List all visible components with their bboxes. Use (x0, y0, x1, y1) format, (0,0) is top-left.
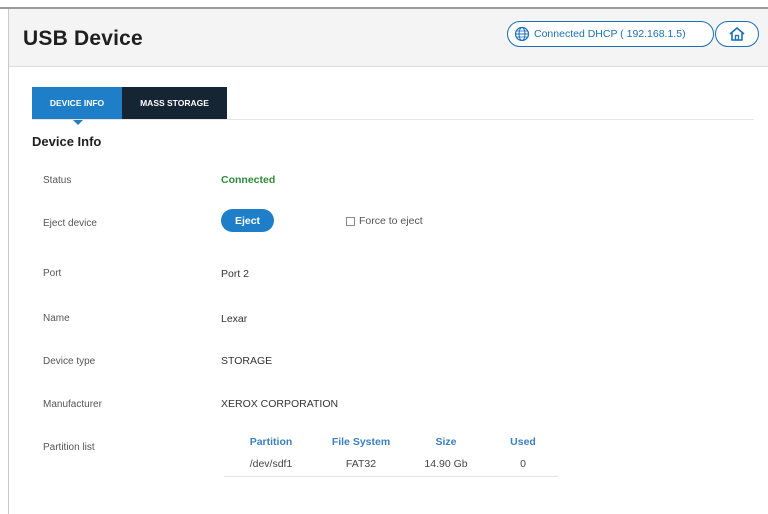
force-eject-checkbox[interactable] (346, 216, 355, 226)
partition-list-label: Partition list (43, 442, 95, 453)
usb-device-page: USB Device Connected DHCP ( 192.168.1.5)… (0, 0, 768, 514)
port-label: Port (43, 268, 62, 279)
table-row: /dev/sdf1 FAT32 14.90 Gb 0 (224, 454, 558, 477)
page-title: USB Device (23, 27, 143, 50)
name-label: Name (43, 313, 70, 324)
section-title: Device Info (32, 134, 102, 149)
page-header: USB Device Connected DHCP ( 192.168.1.5) (9, 9, 768, 67)
device-type-value: STORAGE (221, 355, 273, 367)
tab-device-info[interactable]: DEVICE INFO (32, 87, 122, 125)
column-header-used: Used (510, 436, 536, 448)
connection-status-button[interactable]: Connected DHCP ( 192.168.1.5) (507, 21, 714, 47)
file-system-cell: FAT32 (318, 454, 404, 477)
status-value: Connected (221, 174, 276, 186)
column-header-file-system: File System (331, 436, 391, 448)
force-eject-option[interactable]: Force to eject (346, 215, 423, 227)
name-value: Lexar (221, 313, 248, 325)
globe-icon (514, 26, 530, 42)
partition-table: Partition File System Size Used /dev/sdf… (224, 436, 558, 477)
connection-status-text: Connected DHCP ( 192.168.1.5) (534, 28, 686, 40)
eject-device-label: Eject device (43, 218, 97, 229)
tab-bar: DEVICE INFO MASS STORAGE (32, 87, 227, 125)
device-type-label: Device type (43, 356, 96, 367)
eject-button[interactable]: Eject (221, 209, 274, 232)
column-header-partition: Partition (249, 436, 293, 448)
manufacturer-value: XEROX CORPORATION (221, 398, 339, 410)
home-button[interactable] (715, 21, 759, 47)
force-eject-label: Force to eject (359, 215, 423, 227)
port-value: Port 2 (221, 268, 250, 280)
home-icon (729, 27, 745, 41)
partition-cell: /dev/sdf1 (224, 454, 318, 477)
size-cell: 14.90 Gb (404, 454, 488, 477)
main-content: DEVICE INFO MASS STORAGE Device Info Sta… (9, 68, 768, 514)
tab-mass-storage[interactable]: MASS STORAGE (122, 87, 227, 119)
manufacturer-label: Manufacturer (43, 399, 102, 410)
partition-table-header: Partition File System Size Used (224, 436, 558, 454)
tab-divider (32, 119, 754, 120)
used-cell: 0 (488, 454, 558, 477)
status-label: Status (43, 175, 72, 186)
column-header-size: Size (435, 436, 457, 448)
